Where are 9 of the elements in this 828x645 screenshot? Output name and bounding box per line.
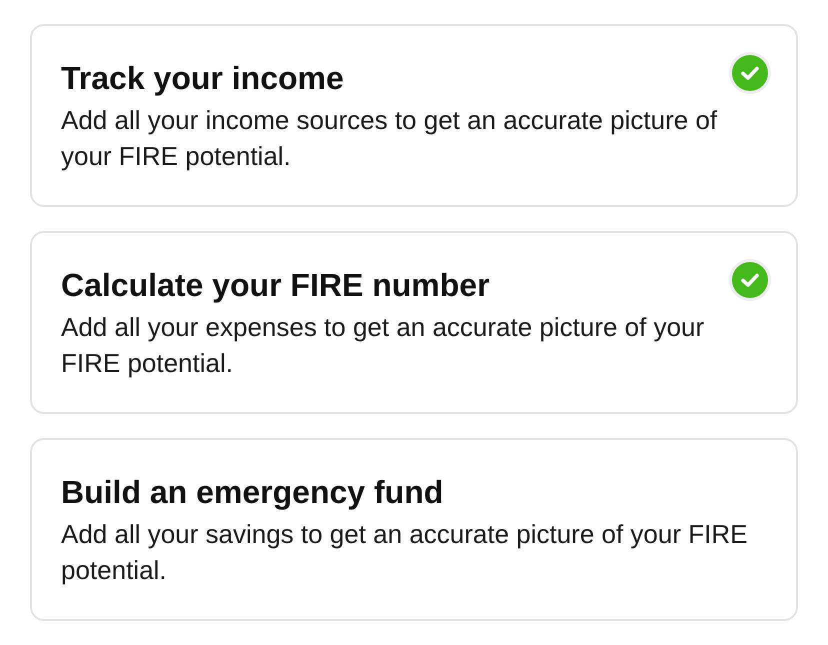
step-card[interactable]: Calculate your FIRE number Add all your expenses to get an accurate picture of your FIRE potential. <box>30 231 798 414</box>
step-card[interactable]: Track your income Add all your income sources to get an accurate picture of your FIRE potential. <box>30 24 798 207</box>
step-description: Add all your income sources to get an accurate picture of your FIRE potential. <box>61 104 718 173</box>
step-card[interactable]: Build an emergency fund Add all your savings to get an accurate picture of your FIRE potential. <box>30 438 798 621</box>
step-title: Calculate your FIRE number <box>61 267 491 303</box>
step-description: Add all your expenses to get an accurate picture of your FIRE potential. <box>61 311 706 380</box>
step-title: Track your income <box>61 60 345 96</box>
step-description: Add all your savings to get an accurate picture of your FIRE potential. <box>61 518 748 587</box>
step-title: Build an emergency fund <box>61 474 444 510</box>
